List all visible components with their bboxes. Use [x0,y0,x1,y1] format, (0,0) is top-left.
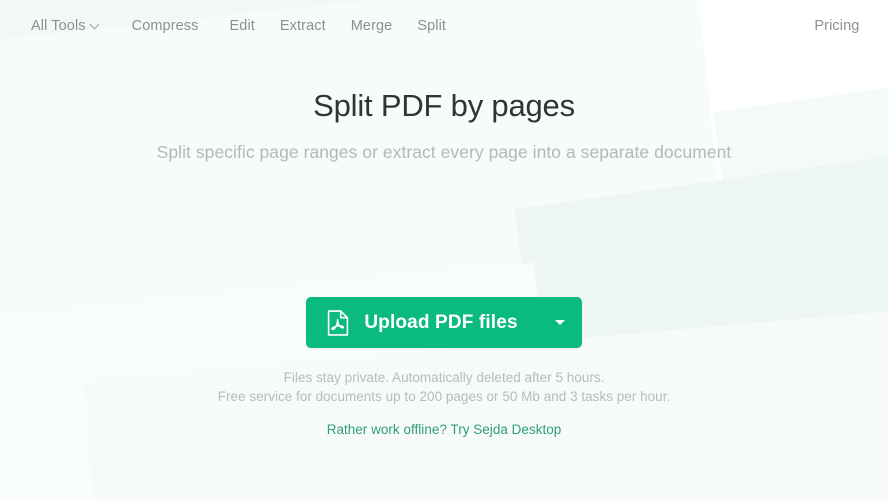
page-root: All Tools Compress Edit Extract Merge Sp… [0,0,888,500]
nav-item-extract[interactable]: Extract [280,19,326,34]
hero-section: Split PDF by pages Split specific page r… [0,86,888,164]
pdf-file-icon [328,309,349,336]
nav-item-split[interactable]: Split [417,19,446,34]
limits-note: Free service for documents up to 200 pag… [217,389,671,404]
upload-button-main-action[interactable]: Upload PDF files [306,297,537,348]
page-title: Split PDF by pages [313,88,575,123]
nav-item-all-tools[interactable]: All Tools [31,19,100,34]
nav-item-pricing[interactable]: Pricing [814,19,859,34]
nav-all-tools-label: All Tools [31,18,86,35]
nav-item-compress[interactable]: Compress [132,19,199,34]
sejda-desktop-link[interactable]: Rather work offline? Try Sejda Desktop [327,422,562,437]
caret-down-icon [554,320,565,325]
upload-dropdown-toggle[interactable] [538,297,582,348]
nav-item-merge[interactable]: Merge [351,19,393,34]
nav-left-group: All Tools Compress Edit Extract Merge Sp… [31,19,446,34]
nav-right-group: Pricing D [814,0,888,53]
upload-pdf-files-button[interactable]: Upload PDF files [306,297,582,348]
privacy-note: Files stay private. Automatically delete… [283,370,605,385]
page-subtitle: Split specific page ranges or extract ev… [156,142,732,162]
nav-item-edit[interactable]: Edit [230,19,255,34]
service-notes: Files stay private. Automatically delete… [0,368,888,406]
upload-button-container: Upload PDF files [0,297,888,348]
offline-link-container: Rather work offline? Try Sejda Desktop [0,420,888,439]
top-navigation: All Tools Compress Edit Extract Merge Sp… [0,0,888,53]
chevron-down-icon [91,21,100,30]
upload-button-label: Upload PDF files [364,311,518,333]
